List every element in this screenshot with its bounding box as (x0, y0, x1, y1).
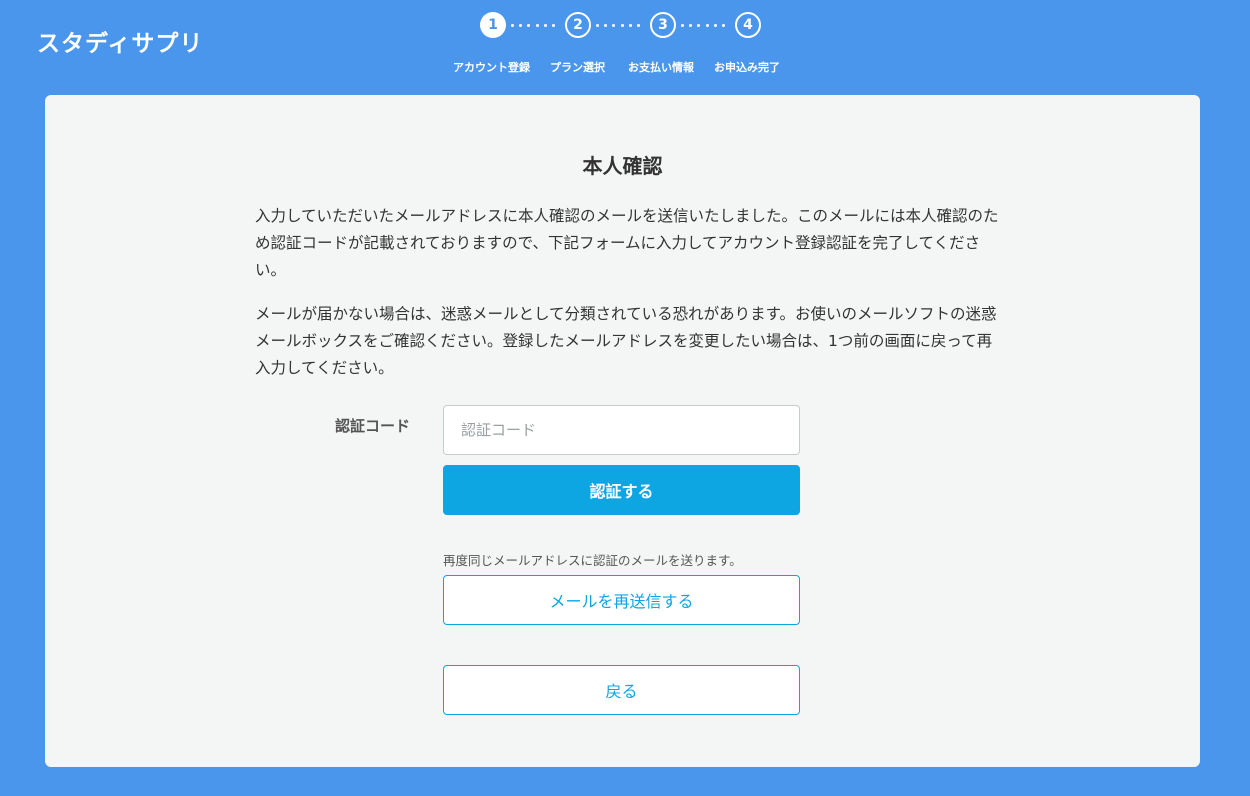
step-3-indicator: 3 (650, 12, 676, 38)
verification-card: 本人確認 入力していただいたメールアドレスに本人確認のメールを送信いたしました。… (45, 95, 1200, 767)
step-1-indicator: 1 (480, 12, 506, 38)
step-2-indicator: 2 (565, 12, 591, 38)
verify-button[interactable]: 認証する (443, 465, 800, 515)
step-2-label: プラン選択 (550, 61, 605, 74)
instruction-text: 入力していただいたメールアドレスに本人確認のメールを送信いたしました。このメール… (255, 207, 999, 279)
verification-code-input[interactable] (443, 405, 800, 455)
resend-note: 再度同じメールアドレスに認証のメールを送ります。 (443, 553, 742, 568)
step-connector (511, 24, 555, 27)
step-1-label: アカウント登録 (453, 61, 530, 74)
back-button[interactable]: 戻る (443, 665, 800, 715)
verification-code-label: 認証コード (335, 417, 411, 435)
step-connector (596, 24, 640, 27)
step-4-label: お申込み完了 (714, 61, 780, 74)
resend-email-button[interactable]: メールを再送信する (443, 575, 800, 625)
spam-notice-text: メールが届かない場合は、迷惑メールとして分類されている恐れがあります。お使いのメ… (255, 305, 997, 377)
step-3-label: お支払い情報 (628, 61, 694, 74)
page-title: 本人確認 (582, 154, 663, 178)
step-connector (681, 24, 725, 27)
progress-stepper: 1 2 3 4 アカウント登録 プラン選択 お支払い情報 お申込み完了 (450, 12, 800, 76)
step-4-indicator: 4 (735, 12, 761, 38)
logo: スタディサプリ (37, 31, 204, 57)
